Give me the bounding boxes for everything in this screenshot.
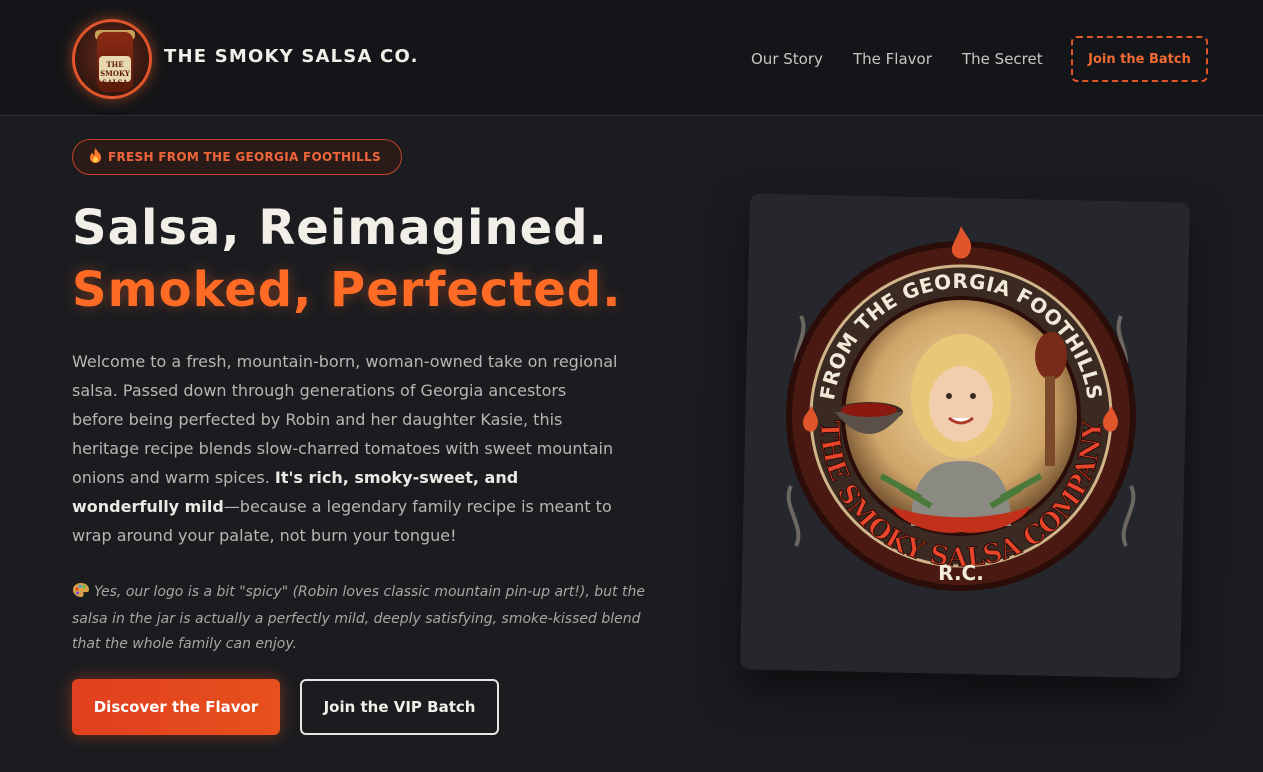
logo-note: Yes, our logo is a bit "spicy" (Robin lo…	[72, 580, 672, 657]
headline-line-1: Salsa, Reimagined.	[72, 200, 608, 256]
brand-logo[interactable]: THE SMOKY SALSA	[72, 19, 152, 99]
intro-paragraph: Welcome to a fresh, mountain-born, woman…	[72, 347, 620, 550]
smoky-salsa-emblem: FROM THE GEORGIA FOOTHILLS THE SMOKY SAL…	[786, 226, 1136, 591]
logo-note-text: Yes, our logo is a bit "spicy" (Robin lo…	[72, 584, 645, 652]
jar-label-line3: SALSA	[102, 78, 128, 87]
emblem-initials: R.C.	[938, 561, 984, 585]
jar-label: THE SMOKY SALSA	[99, 56, 131, 87]
nav-our-story[interactable]: Our Story	[751, 50, 823, 68]
origin-badge: FRESH FROM THE GEORGIA FOOTHILLS	[72, 139, 402, 175]
origin-badge-text: FRESH FROM THE GEORGIA FOOTHILLS	[108, 150, 381, 164]
jar-label-line1: THE	[106, 60, 124, 69]
brand-name[interactable]: THE SMOKY SALSA CO.	[164, 46, 419, 67]
nav-the-secret[interactable]: The Secret	[962, 50, 1043, 68]
headline-line-2: Smoked, Perfected.	[72, 262, 622, 318]
intro-text-1: Welcome to a fresh, mountain-born, woman…	[72, 352, 618, 487]
palette-icon	[72, 582, 90, 607]
discover-flavor-button[interactable]: Discover the Flavor	[72, 679, 280, 735]
join-vip-batch-button[interactable]: Join the VIP Batch	[300, 679, 499, 735]
site-header: THE SMOKY SALSA THE SMOKY SALSA CO. Our …	[0, 0, 1263, 116]
nav-the-flavor[interactable]: The Flavor	[853, 50, 932, 68]
jar-label-line2: SMOKY	[100, 69, 130, 78]
join-batch-button[interactable]: Join the Batch	[1071, 36, 1208, 82]
fire-icon	[89, 148, 102, 166]
